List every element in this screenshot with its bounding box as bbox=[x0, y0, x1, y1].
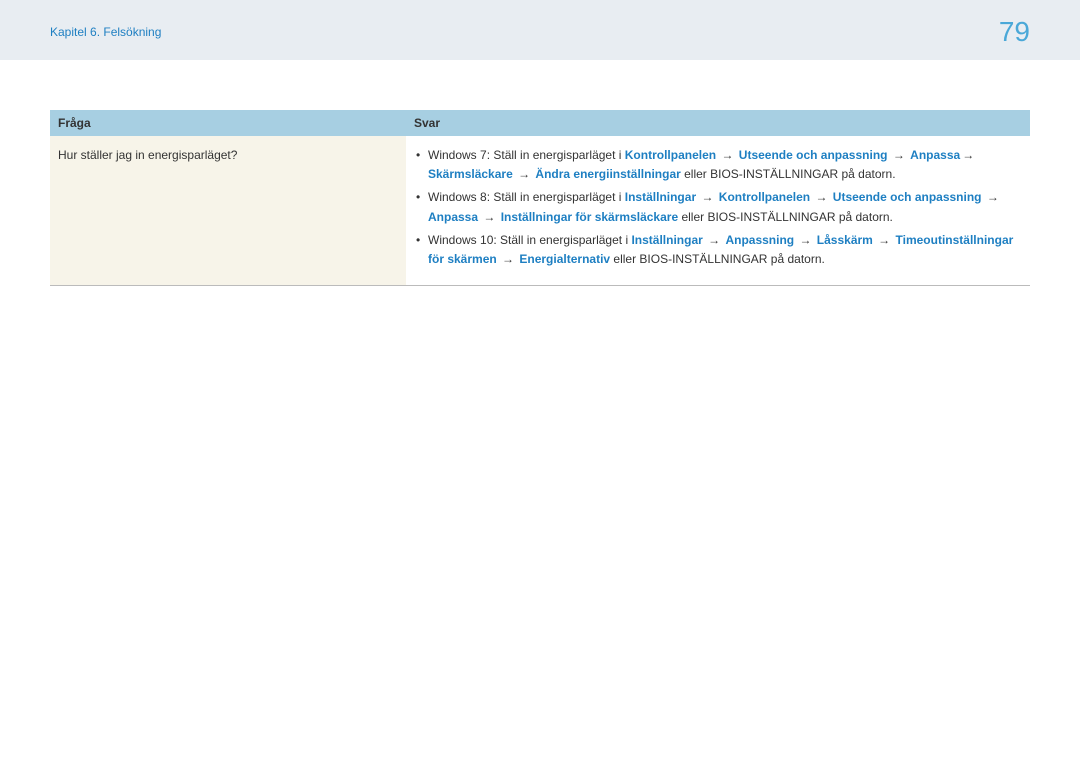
path-step: Inställningar för skärmsläckare bbox=[501, 210, 678, 224]
text: eller BIOS-INSTÄLLNINGAR på datorn. bbox=[678, 210, 893, 224]
answer-list: Windows 7: Ställ in energisparläget i Ko… bbox=[414, 146, 1022, 269]
arrow-icon: → bbox=[696, 190, 719, 204]
path-step: Ändra energiinställningar bbox=[535, 167, 680, 181]
arrow-icon: → bbox=[982, 190, 1001, 204]
path-step: Låsskärm bbox=[817, 233, 873, 247]
path-step: Inställningar bbox=[631, 233, 702, 247]
path-step: Kontrollpanelen bbox=[625, 148, 716, 162]
qa-table: Fråga Svar Hur ställer jag in energispar… bbox=[50, 110, 1030, 286]
page-content: Fråga Svar Hur ställer jag in energispar… bbox=[0, 60, 1080, 286]
answer-item-win7: Windows 7: Ställ in energisparläget i Ko… bbox=[414, 146, 1022, 184]
arrow-icon: → bbox=[513, 167, 536, 181]
table-row: Hur ställer jag in energisparläget? Wind… bbox=[50, 136, 1030, 286]
path-step: Anpassa bbox=[428, 210, 478, 224]
path-step: Inställningar bbox=[625, 190, 696, 204]
answer-item-win10: Windows 10: Ställ in energisparläget i I… bbox=[414, 231, 1022, 269]
text: Windows 7: Ställ in energisparläget i bbox=[428, 148, 625, 162]
text: Windows 10: Ställ in energisparläget i bbox=[428, 233, 631, 247]
path-step: Energialternativ bbox=[519, 252, 610, 266]
arrow-icon: → bbox=[497, 252, 520, 266]
page-number: 79 bbox=[999, 16, 1030, 48]
arrow-icon: → bbox=[703, 233, 726, 247]
path-step: Utseende och anpassning bbox=[739, 148, 888, 162]
column-header-question: Fråga bbox=[50, 110, 406, 136]
arrow-icon: → bbox=[960, 148, 976, 162]
arrow-icon: → bbox=[794, 233, 817, 247]
column-header-answer: Svar bbox=[406, 110, 1030, 136]
text: Windows 8: Ställ in energisparläget i bbox=[428, 190, 625, 204]
path-step: Anpassning bbox=[725, 233, 794, 247]
arrow-icon: → bbox=[716, 148, 739, 162]
answer-cell: Windows 7: Ställ in energisparläget i Ko… bbox=[406, 136, 1030, 286]
path-step: Kontrollpanelen bbox=[719, 190, 810, 204]
question-cell: Hur ställer jag in energisparläget? bbox=[50, 136, 406, 286]
text: eller BIOS-INSTÄLLNINGAR på datorn. bbox=[681, 167, 896, 181]
page-header: Kapitel 6. Felsökning 79 bbox=[0, 0, 1080, 60]
path-step: Anpassa bbox=[910, 148, 960, 162]
text: eller BIOS-INSTÄLLNINGAR på datorn. bbox=[610, 252, 825, 266]
arrow-icon: → bbox=[478, 210, 501, 224]
arrow-icon: → bbox=[810, 190, 833, 204]
path-step: Skärmsläckare bbox=[428, 167, 513, 181]
chapter-title: Kapitel 6. Felsökning bbox=[50, 25, 161, 39]
answer-item-win8: Windows 8: Ställ in energisparläget i In… bbox=[414, 188, 1022, 226]
table-header-row: Fråga Svar bbox=[50, 110, 1030, 136]
arrow-icon: → bbox=[873, 233, 896, 247]
arrow-icon: → bbox=[887, 148, 910, 162]
path-step: Utseende och anpassning bbox=[833, 190, 982, 204]
